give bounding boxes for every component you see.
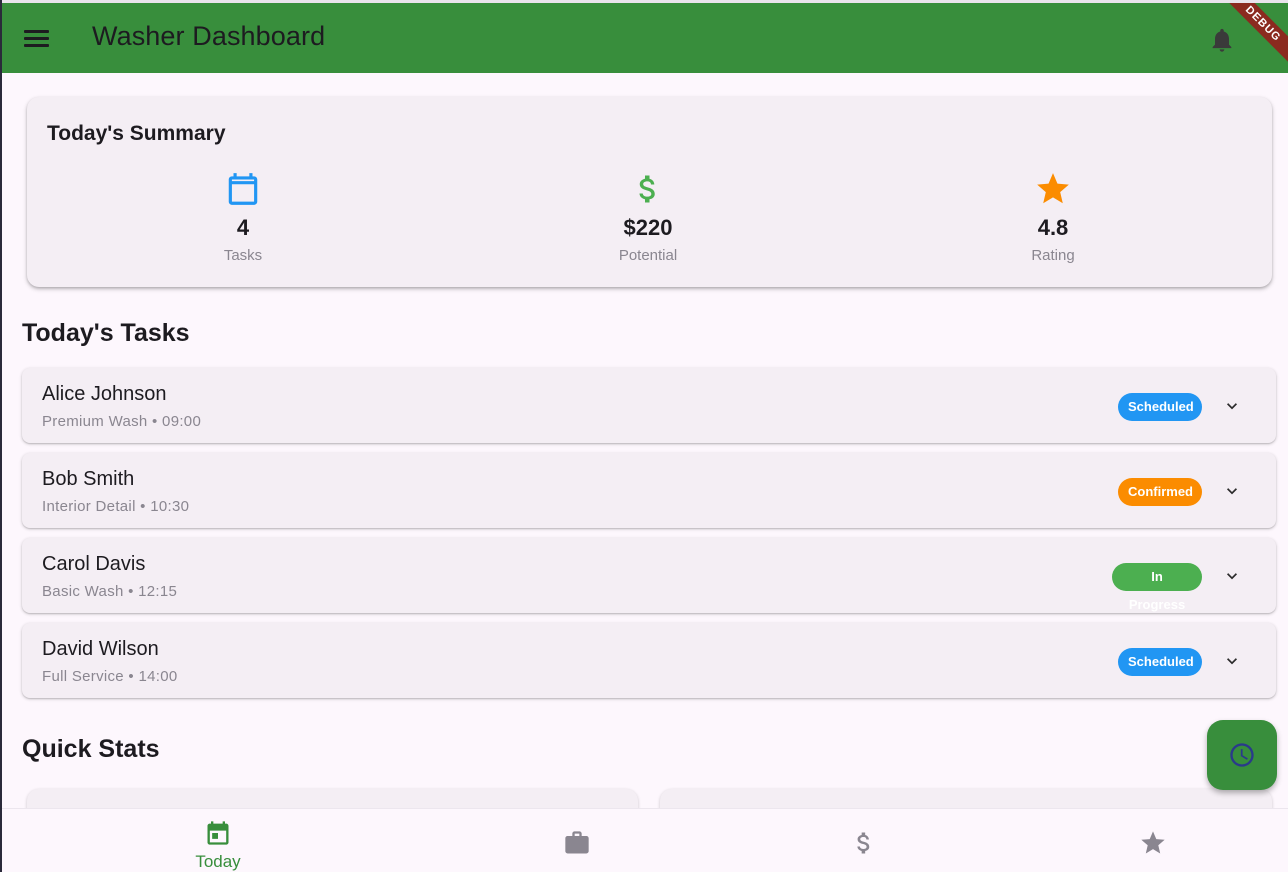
stat-value: 4.8 [1037,215,1069,240]
task-customer-name: Bob Smith [42,468,135,490]
app-bar: Washer Dashboard DEBUG [0,0,1288,73]
summary-title: Today's Summary [47,122,226,145]
star-icon [953,169,1153,209]
stat-rating: 4.8 Rating [953,169,1153,264]
chevron-down-icon[interactable] [1222,396,1242,416]
briefcase-icon [563,829,591,862]
star-icon [1139,829,1167,862]
calendar-today-icon [204,819,232,852]
status-badge: In Progress [1112,563,1202,612]
bottom-navigation: Today [0,808,1288,872]
stat-value: $220 [623,215,673,240]
task-detail: Basic Wash • 12:15 [42,583,178,600]
status-badge: Scheduled [1118,648,1202,676]
stat-value: 4 [236,215,250,240]
stat-label: Rating [1031,247,1075,264]
task-customer-name: Alice Johnson [42,383,167,405]
stat-label: Tasks [223,247,263,264]
task-row[interactable]: Bob Smith Interior Detail • 10:30 Confir… [22,453,1276,528]
task-customer-name: Carol Davis [42,553,146,575]
task-row[interactable]: Alice Johnson Premium Wash • 09:00 Sched… [22,368,1276,443]
task-detail: Premium Wash • 09:00 [42,413,202,430]
task-row[interactable]: David Wilson Full Service • 14:00 Schedu… [22,623,1276,698]
status-badge: Confirmed [1118,478,1202,506]
chevron-down-icon[interactable] [1222,481,1242,501]
stat-tasks: 4 Tasks [143,169,343,264]
tasks-section-title: Today's Tasks [22,319,190,347]
quick-stats-title: Quick Stats [22,735,160,763]
dollar-icon [548,169,748,209]
chevron-down-icon[interactable] [1222,566,1242,586]
window-top-edge [0,0,1288,3]
chevron-down-icon[interactable] [1222,651,1242,671]
clock-icon [1230,743,1254,767]
bell-icon[interactable] [1208,25,1236,55]
nav-item-earnings[interactable] [703,809,1025,872]
nav-label: Today [195,852,241,871]
task-customer-name: David Wilson [42,638,159,660]
nav-item-today[interactable]: Today [57,809,379,872]
menu-icon[interactable] [24,27,50,49]
stat-label: Potential [618,247,678,264]
dollar-icon [850,829,878,862]
status-badge: Scheduled [1118,393,1202,421]
nav-item-ratings[interactable] [992,809,1288,872]
summary-card: Today's Summary 4 Tasks $220 Potential 4… [27,97,1272,287]
stat-potential: $220 Potential [548,169,748,264]
task-detail: Full Service • 14:00 [42,668,178,685]
window-left-edge [0,0,2,872]
clock-fab-button[interactable] [1207,720,1277,790]
app-title: Washer Dashboard [92,21,326,51]
nav-item-jobs[interactable] [416,809,738,872]
task-row[interactable]: Carol Davis Basic Wash • 12:15 In Progre… [22,538,1276,613]
task-detail: Interior Detail • 10:30 [42,498,190,515]
calendar-icon [143,169,343,209]
